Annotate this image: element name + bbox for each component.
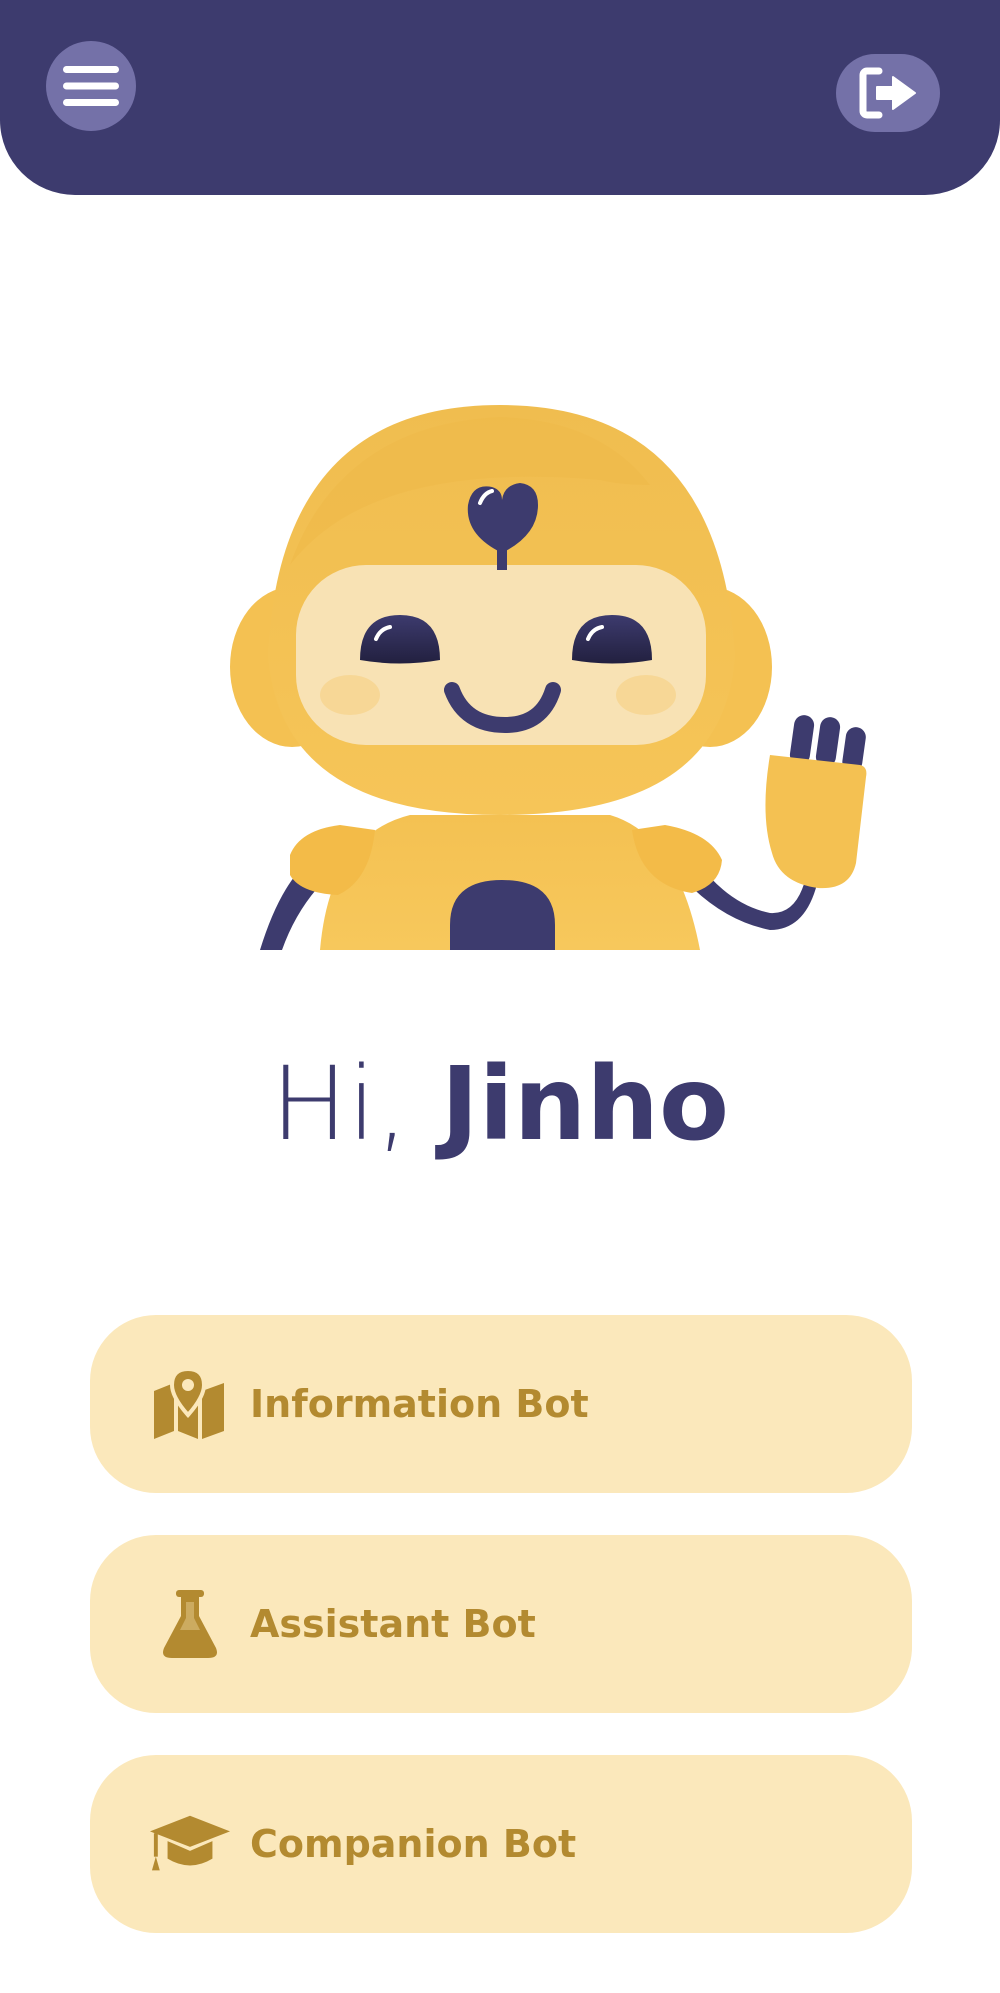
- information-bot-label: Information Bot: [250, 1382, 589, 1426]
- graduation-cap-icon: [150, 1804, 230, 1884]
- menu-button[interactable]: [46, 41, 136, 131]
- flask-icon: [150, 1584, 230, 1664]
- robot-mascot-illustration: [230, 405, 867, 950]
- hamburger-menu-icon: [63, 66, 119, 106]
- greeting-text: Hi, Jinho: [0, 1040, 1000, 1170]
- greeting-prefix: Hi,: [270, 1045, 409, 1164]
- user-name: Jinho: [440, 1045, 730, 1164]
- assistant-bot-label: Assistant Bot: [250, 1602, 536, 1646]
- information-bot-button[interactable]: Information Bot: [90, 1315, 912, 1493]
- logout-button[interactable]: [836, 54, 940, 132]
- map-pin-icon: [150, 1364, 230, 1444]
- companion-bot-button[interactable]: Companion Bot: [90, 1755, 912, 1933]
- logout-icon: [859, 67, 916, 119]
- app-header: [0, 0, 1000, 195]
- assistant-bot-button[interactable]: Assistant Bot: [90, 1535, 912, 1713]
- companion-bot-label: Companion Bot: [250, 1822, 577, 1866]
